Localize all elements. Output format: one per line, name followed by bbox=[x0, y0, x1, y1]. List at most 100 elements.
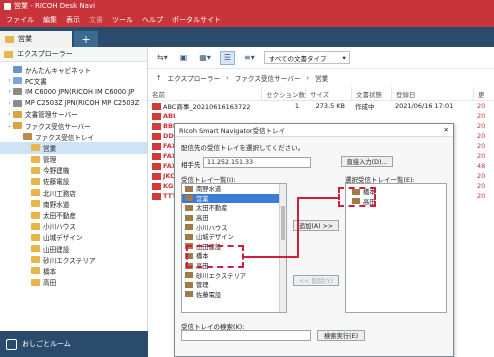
tree-item-label: MP C2503Z JPN(RICOH MP C2503Z bbox=[25, 99, 140, 108]
inbox-list-item[interactable]: 小川ハウス bbox=[182, 222, 286, 232]
folder-icon bbox=[31, 144, 40, 152]
col-size[interactable]: サイズ bbox=[305, 87, 351, 100]
tree-item[interactable]: 営業 bbox=[0, 142, 147, 154]
tree-item[interactable]: 今野建機 bbox=[0, 165, 147, 176]
tree-item[interactable]: › IM C6000 JPN(RICOH IM C6000 JP bbox=[0, 86, 147, 97]
folder-icon bbox=[31, 267, 40, 275]
folder-icon bbox=[31, 233, 40, 241]
breadcrumb-fax-server[interactable]: ファクス受信サーバー bbox=[235, 73, 301, 83]
menu-edit[interactable]: 編集 bbox=[43, 15, 57, 25]
tree-item[interactable]: 橋本 bbox=[0, 265, 147, 276]
tree-item[interactable]: › 文書管理サーバー bbox=[0, 109, 147, 120]
tree-item[interactable]: › MP C2503Z JPN(RICOH MP C2503Z bbox=[0, 98, 147, 109]
tree-item[interactable]: 管理 bbox=[0, 154, 147, 165]
menu-file[interactable]: ファイル bbox=[6, 15, 34, 25]
close-icon[interactable]: ✕ bbox=[444, 126, 449, 134]
detail-view-icon[interactable]: ≡▾ bbox=[241, 51, 258, 65]
inbox-item-label: 佐藤電設 bbox=[196, 291, 222, 299]
list-view-icon[interactable]: ☰ bbox=[219, 50, 236, 65]
send-icon[interactable]: ⇆▾ bbox=[154, 51, 171, 65]
inbox-list-item[interactable]: 南野水道 bbox=[182, 184, 286, 194]
table-row[interactable]: ABC商事_20210616163722 1 273.5 KB 作成中 2021/06/… bbox=[148, 101, 494, 111]
pdf-icon bbox=[152, 182, 161, 190]
breadcrumb-sales[interactable]: 営業 bbox=[315, 73, 328, 83]
inbox-list-item[interactable]: 山城デザイン bbox=[182, 232, 286, 242]
inbox-list-item[interactable]: 営業 bbox=[182, 193, 286, 204]
tray-icon bbox=[185, 185, 193, 192]
menu-portal[interactable]: ポータルサイト bbox=[172, 15, 221, 25]
delete-button[interactable]: << 削除(Y) bbox=[293, 275, 339, 286]
pdf-icon bbox=[152, 142, 161, 150]
printer-icon bbox=[13, 88, 22, 96]
row-sections: 1 bbox=[294, 102, 299, 110]
app-icon bbox=[4, 2, 11, 10]
menu-help[interactable]: ヘルプ bbox=[142, 15, 163, 25]
connector-line bbox=[297, 197, 338, 199]
inbox-list-item[interactable]: 佐藤電設 bbox=[182, 290, 286, 300]
inbox-item-label: 小川ハウス bbox=[196, 224, 228, 232]
fax-number-field[interactable]: 11.252.151.33 bbox=[203, 157, 311, 168]
tree-item[interactable]: 南野水道 bbox=[0, 198, 147, 209]
tree-arrow-icon[interactable]: › bbox=[6, 100, 13, 107]
printer-icon bbox=[13, 99, 22, 107]
row-extra: 20 bbox=[477, 192, 486, 200]
tree-arrow-icon[interactable]: › bbox=[6, 88, 13, 95]
tree-item[interactable]: ファクス受信トレイ bbox=[0, 131, 147, 142]
folder-icon bbox=[31, 256, 40, 264]
toolbar: ⇆▾ ▣ ▦▾ ☰ ≡▾ すべての文書タイプ ▾ bbox=[148, 47, 494, 69]
doc-type-select[interactable]: すべての文書タイプ ▾ bbox=[263, 51, 350, 64]
tree-item[interactable]: 山田建設 bbox=[0, 243, 147, 254]
tree-item[interactable]: › PC文書 bbox=[0, 75, 147, 86]
menu-document[interactable]: 文書 bbox=[89, 15, 103, 25]
scroll-thumb[interactable] bbox=[281, 206, 285, 240]
menu-view[interactable]: 表示 bbox=[66, 15, 80, 25]
tree-arrow-icon[interactable]: ⌄ bbox=[6, 122, 13, 129]
tree-item[interactable]: 太田不動産 bbox=[0, 209, 147, 220]
tree-item-label: 佐藤電設 bbox=[43, 178, 70, 187]
col-status[interactable]: 文書状態 bbox=[351, 87, 391, 100]
tree-item[interactable]: 佐藤電設 bbox=[0, 176, 147, 187]
add-tab-button[interactable]: + bbox=[74, 31, 98, 47]
tray-icon bbox=[185, 291, 193, 298]
table-row[interactable]: ABI 20 bbox=[148, 111, 494, 121]
folder-icon bbox=[31, 200, 40, 208]
tree-item[interactable]: 山城デザイン bbox=[0, 232, 147, 243]
grid-view-icon[interactable]: ▦▾ bbox=[196, 51, 214, 65]
breadcrumb-explorer[interactable]: エクスプローラー bbox=[168, 73, 221, 83]
room-icon bbox=[6, 338, 17, 350]
tab-sales[interactable]: 営業 bbox=[0, 31, 72, 47]
inbox-list-item[interactable]: 管理 bbox=[182, 280, 286, 290]
direct-input-button[interactable]: 直接入力(D)... bbox=[341, 156, 393, 167]
fax-server-icon bbox=[13, 122, 22, 130]
work-room-button[interactable]: おしごとルーム bbox=[0, 331, 148, 357]
col-name[interactable]: 名前 bbox=[148, 87, 261, 100]
tree-item-label: 文書管理サーバー bbox=[25, 111, 78, 120]
search-button[interactable]: 検索実行(E) bbox=[317, 330, 365, 341]
menu-tools[interactable]: ツール bbox=[112, 15, 133, 25]
folder-icon bbox=[31, 155, 40, 163]
tree-item[interactable]: 砂川エクステリア bbox=[0, 254, 147, 265]
breadcrumb-sep: › bbox=[226, 74, 229, 82]
inbox-list-scrollbar[interactable] bbox=[279, 184, 286, 312]
tree-item[interactable]: ⌄ ファクス受信サーバー bbox=[0, 120, 147, 131]
search-input[interactable] bbox=[181, 330, 311, 341]
dialog-instruction: 配信先の受信トレイを選択してください。 bbox=[181, 144, 305, 152]
tree-item[interactable]: 小川ハウス bbox=[0, 221, 147, 232]
inbox-list-item[interactable]: 太田不動産 bbox=[182, 203, 286, 213]
col-updated[interactable]: 更 bbox=[473, 87, 494, 100]
tree-arrow-icon[interactable]: › bbox=[6, 77, 13, 84]
tray-button-icon[interactable]: ▣ bbox=[177, 51, 191, 65]
tree-item[interactable]: 高田 bbox=[0, 277, 147, 288]
col-date[interactable]: 登録日 bbox=[391, 87, 473, 100]
up-icon[interactable]: ↑ bbox=[156, 74, 162, 82]
inbox-list-item[interactable]: 砂川エクステリア bbox=[182, 270, 286, 280]
tree-arrow-icon[interactable]: › bbox=[6, 111, 13, 118]
inbox-list-item[interactable]: 高田 bbox=[182, 213, 286, 223]
tree-item[interactable]: 北川工務店 bbox=[0, 187, 147, 198]
col-sections[interactable]: セクション数 bbox=[261, 87, 305, 100]
tree-item[interactable]: かんたんキャビネット bbox=[0, 64, 147, 75]
row-extra: 20 bbox=[477, 122, 486, 130]
tray-icon bbox=[185, 204, 193, 211]
inbox-dialog: Ricoh Smart Navigator受信トレイ ✕ 配信先の受信トレイを選… bbox=[174, 123, 454, 357]
add-button[interactable]: 追加(A) >> bbox=[293, 220, 339, 231]
